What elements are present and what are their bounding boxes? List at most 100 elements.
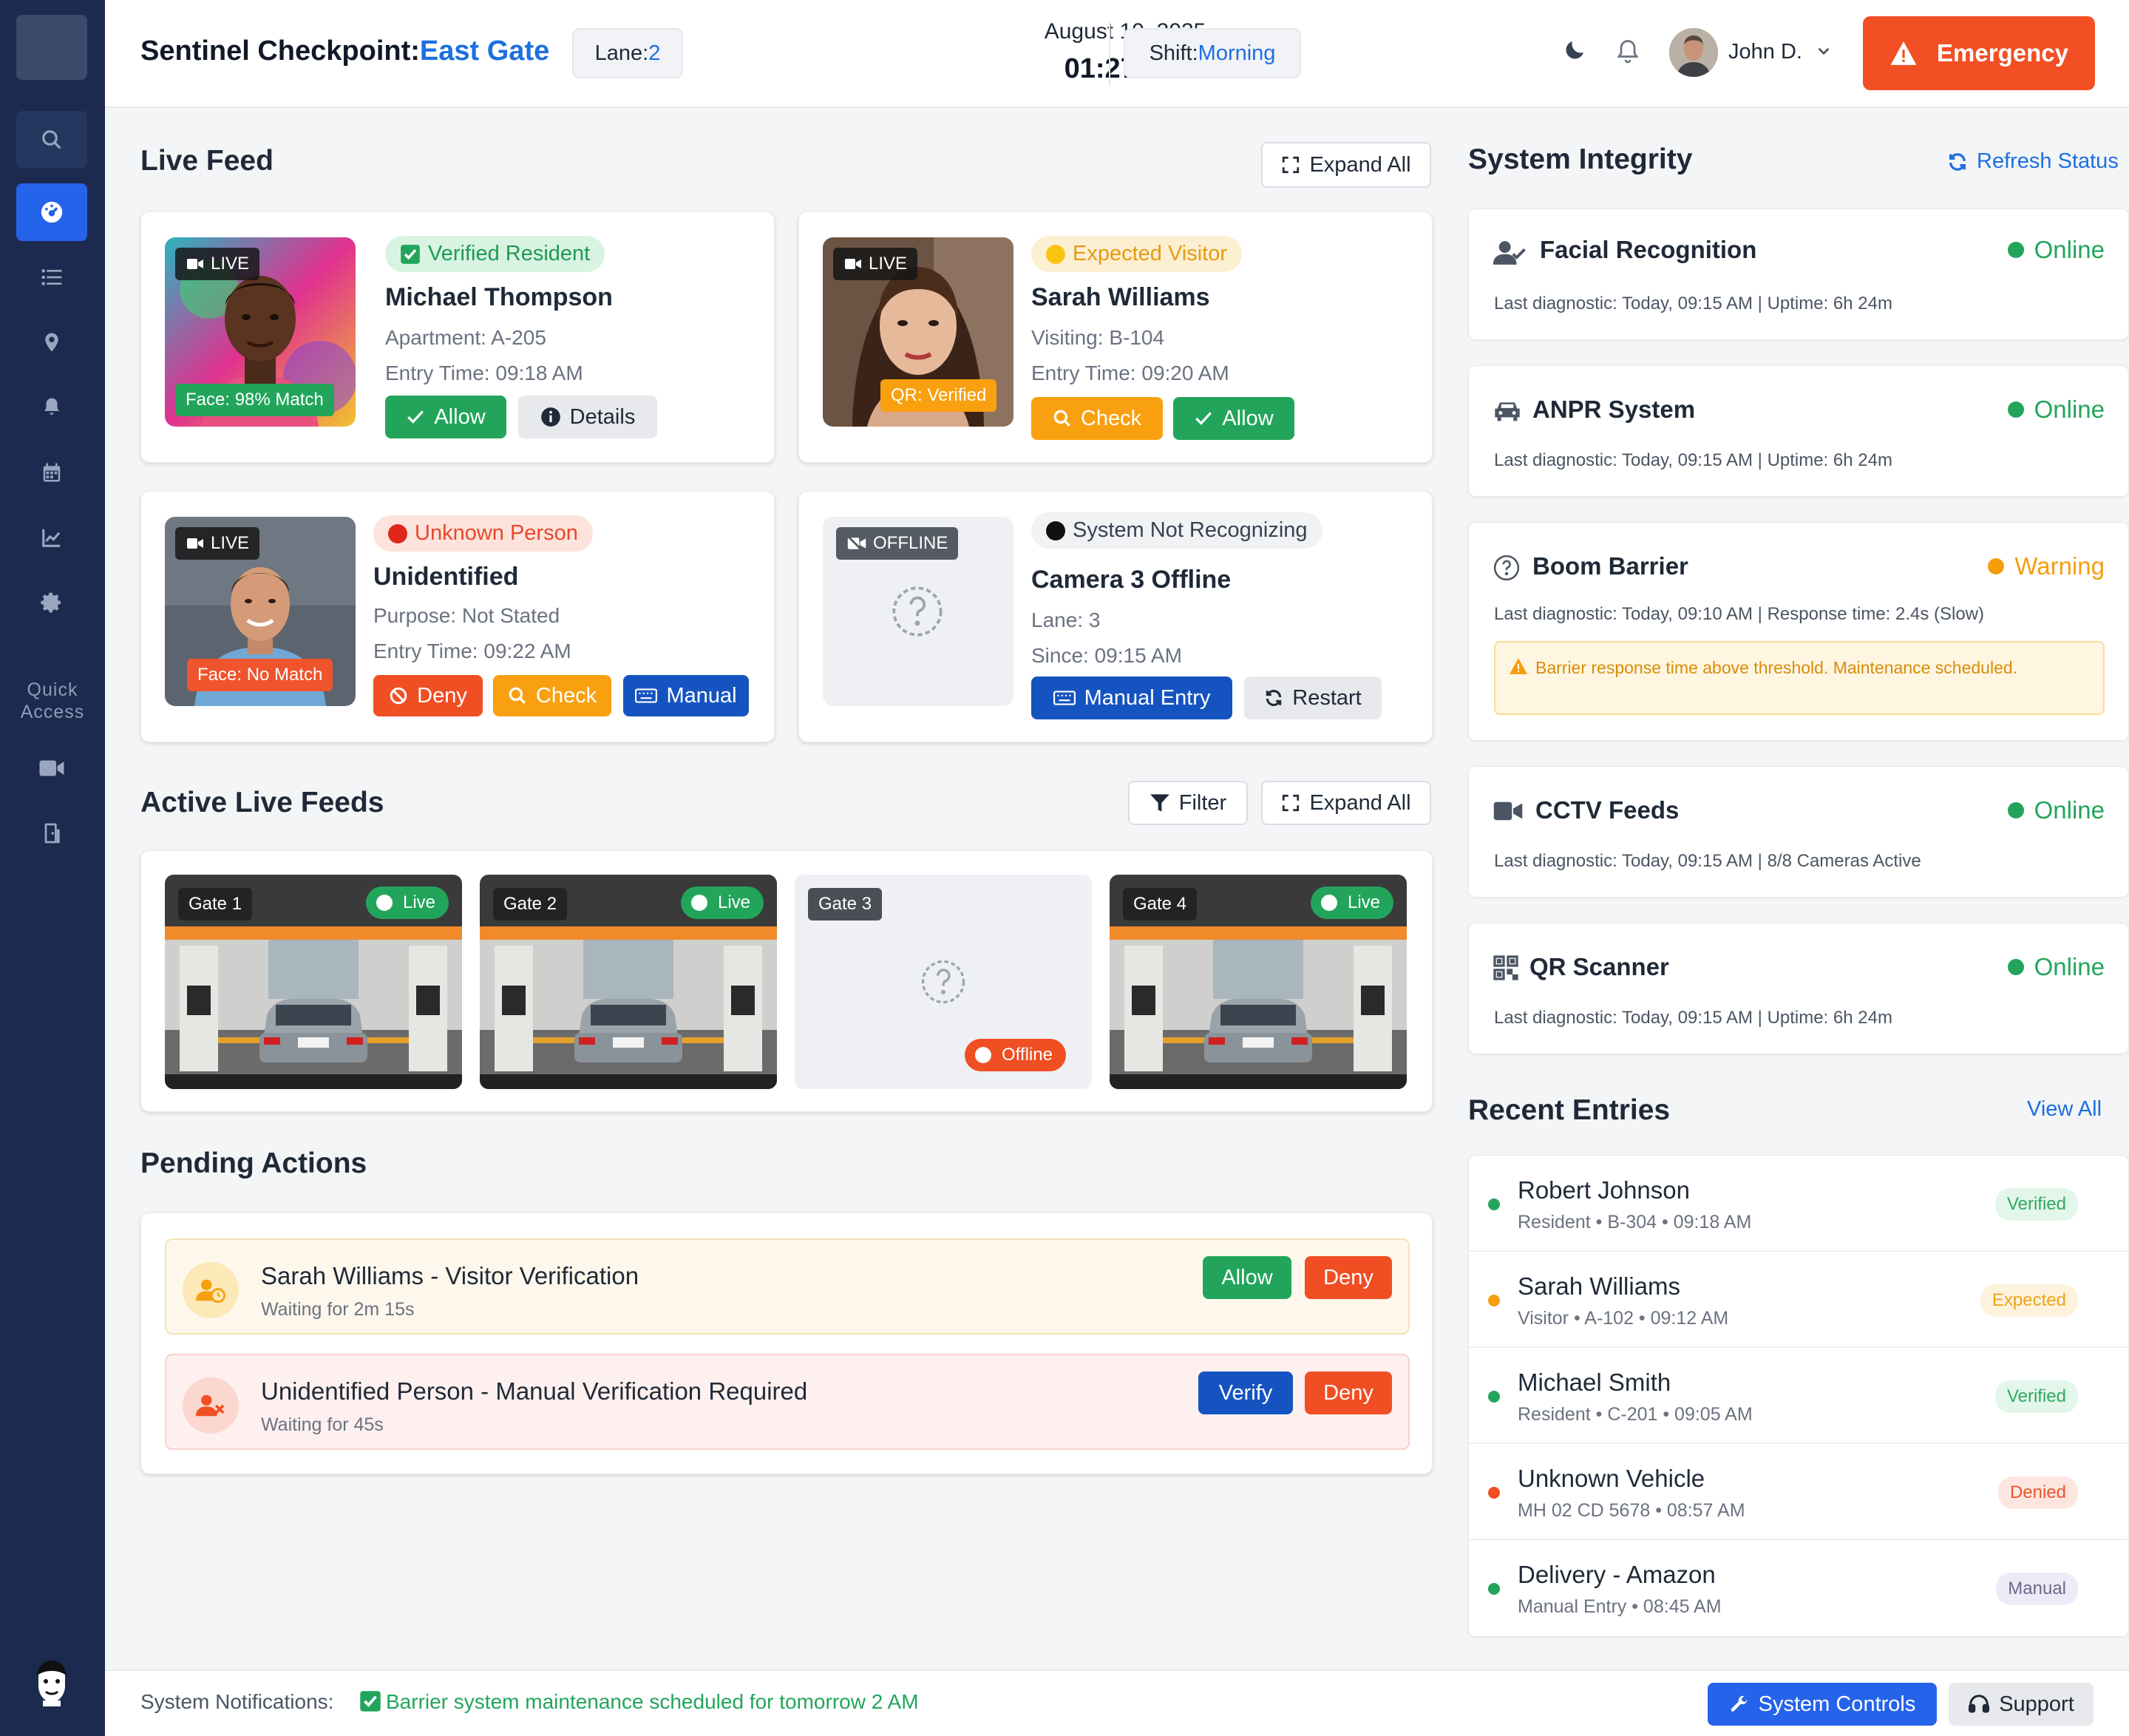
recent-entry-row[interactable]: Sarah Williams Visitor • A-102 • 09:12 A…: [1469, 1252, 2129, 1348]
sidebar-quick-cameras[interactable]: [16, 739, 87, 797]
gate-status-label: Live: [402, 892, 435, 912]
question-circle-icon: [1493, 555, 1520, 581]
check-button[interactable]: Check: [1031, 397, 1163, 440]
check-button[interactable]: Check: [493, 675, 611, 716]
manual-entry-button[interactable]: Manual Entry: [1031, 677, 1232, 719]
user-avatar[interactable]: [1669, 28, 1718, 77]
recent-entry-row[interactable]: Michael Smith Resident • C-201 • 09:05 A…: [1469, 1348, 2129, 1444]
location-icon: [45, 333, 58, 352]
face-match-tag: Face: 98% Match: [175, 384, 334, 416]
status-badge: Verified Resident: [385, 236, 605, 272]
allow-button[interactable]: Allow: [1173, 397, 1294, 440]
sidebar-item-alerts[interactable]: [16, 379, 87, 436]
feeds-expand-all-button[interactable]: Expand All: [1261, 781, 1431, 825]
gate-feed[interactable]: Gate 2 Live: [480, 875, 777, 1089]
check-square-icon: [401, 244, 420, 264]
status-label: Online: [2034, 796, 2105, 824]
recent-entry-row[interactable]: Robert Johnson Resident • B-304 • 09:18 …: [1469, 1156, 2129, 1252]
view-all-link[interactable]: View All: [2027, 1097, 2102, 1122]
user-menu-chevron[interactable]: [1814, 41, 1833, 64]
allow-button[interactable]: Allow: [1203, 1256, 1291, 1299]
status-badge: System Not Recognizing: [1031, 512, 1322, 549]
system-status: Online: [2007, 396, 2105, 424]
video-icon: [1493, 801, 1523, 821]
verify-button[interactable]: Verify: [1198, 1371, 1293, 1414]
active-feeds-title: Active Live Feeds: [140, 787, 384, 818]
pending-wait: Waiting for 45s: [261, 1414, 384, 1435]
top-header: Sentinel Checkpoint:East Gate Lane: 2 Aug…: [105, 0, 2129, 108]
lane-value: 2: [648, 41, 661, 65]
filter-button[interactable]: Filter: [1128, 781, 1248, 825]
sidebar-item-list[interactable]: [16, 248, 87, 306]
gate-feed[interactable]: Gate 1 Live: [165, 875, 462, 1089]
notifications-button[interactable]: [1614, 37, 1641, 69]
shift-selector[interactable]: Shift: Morning: [1124, 28, 1301, 78]
gate-name-tag: Gate 3: [808, 888, 883, 920]
bell-icon: [1617, 40, 1639, 64]
refresh-label: Refresh Status: [1977, 149, 2119, 173]
pending-actions-title: Pending Actions: [140, 1147, 367, 1179]
gate-feed[interactable]: Gate 4 Live: [1110, 875, 1407, 1089]
video-icon: [187, 538, 203, 549]
status-dot: [975, 1047, 991, 1063]
gate-feed-offline[interactable]: Gate 3 Offline: [795, 875, 1092, 1089]
warning-message: Barrier response time above threshold. M…: [1535, 658, 2018, 677]
entry-detail: Manual Entry • 08:45 AM: [1518, 1596, 1722, 1617]
status-dot: [376, 895, 393, 911]
wrench-icon: [1731, 1695, 1748, 1712]
offline-since: Since: 09:15 AM: [1031, 644, 1182, 667]
restart-button[interactable]: Restart: [1244, 677, 1382, 719]
system-integrity-title: System Integrity: [1468, 143, 1693, 175]
sidebar-item-settings[interactable]: [16, 574, 87, 631]
allow-button[interactable]: Allow: [385, 396, 506, 438]
sidebar-quick-gates[interactable]: [16, 804, 87, 862]
pending-title: Sarah Williams - Visitor Verification: [261, 1262, 639, 1289]
support-button[interactable]: Support: [1949, 1683, 2094, 1726]
sidebar-search-button[interactable]: [16, 111, 87, 169]
deny-button[interactable]: Deny: [1305, 1256, 1392, 1299]
dark-mode-toggle[interactable]: [1561, 37, 1588, 67]
deny-button[interactable]: Deny: [1305, 1371, 1392, 1414]
system-name: Facial Recognition: [1540, 236, 1757, 263]
recent-entry-row[interactable]: Unknown Vehicle MH 02 CD 5678 • 08:57 AM…: [1469, 1444, 2129, 1540]
gate-status-label: Live: [717, 892, 750, 912]
moon-icon: [1566, 41, 1583, 59]
details-button[interactable]: Details: [518, 396, 657, 438]
offline-tag: OFFLINE: [836, 527, 959, 560]
expand-icon: [1283, 794, 1300, 812]
refresh-status-link[interactable]: Refresh Status: [1947, 149, 2119, 174]
emergency-button[interactable]: Emergency: [1863, 16, 2095, 90]
user-mascot-avatar[interactable]: [22, 1653, 81, 1712]
live-feed-expand-all-button[interactable]: Expand All: [1261, 142, 1431, 188]
status-dot: [690, 895, 707, 911]
recent-entry-row[interactable]: Delivery - Amazon Manual Entry • 08:45 A…: [1469, 1540, 2129, 1636]
chevron-down-icon: [1818, 47, 1830, 55]
door-icon: [44, 823, 60, 844]
live-feed-card: LIVE QR: Verified Expected Visitor Sarah…: [798, 211, 1433, 463]
system-card: CCTV Feeds Online Last diagnostic: Today…: [1468, 766, 2129, 898]
sidebar-item-location[interactable]: [16, 313, 87, 371]
recent-entries-list: Robert Johnson Resident • B-304 • 09:18 …: [1468, 1155, 2129, 1637]
support-label: Support: [1999, 1692, 2074, 1716]
keyboard-icon: [635, 688, 658, 703]
entry-detail: MH 02 CD 5678 • 08:57 AM: [1518, 1500, 1745, 1521]
search-icon: [509, 687, 526, 704]
sidebar-item-calendar[interactable]: [16, 444, 87, 501]
system-name: Boom Barrier: [1532, 552, 1688, 580]
sidebar-item-dashboard[interactable]: [16, 183, 87, 241]
shift-label: Shift:: [1149, 41, 1198, 65]
unknown-avatar: [183, 1377, 239, 1434]
system-controls-button[interactable]: System Controls: [1708, 1683, 1937, 1726]
manual-button[interactable]: Manual: [623, 675, 749, 716]
gate-live-badge: Live: [1310, 886, 1393, 919]
user-name[interactable]: John D.: [1728, 40, 1802, 64]
video-off-icon: [847, 536, 866, 551]
entry-detail: Visitor • A-102 • 09:12 AM: [1518, 1308, 1729, 1329]
deny-button[interactable]: Deny: [373, 675, 483, 716]
filter-icon: [1150, 794, 1169, 812]
live-tag: LIVE: [175, 248, 260, 280]
sidebar-item-analytics[interactable]: [16, 509, 87, 566]
lane-selector[interactable]: Lane: 2: [572, 28, 683, 78]
entry-status-badge: Verified: [1994, 1380, 2078, 1413]
shift-value: Morning: [1198, 41, 1276, 65]
